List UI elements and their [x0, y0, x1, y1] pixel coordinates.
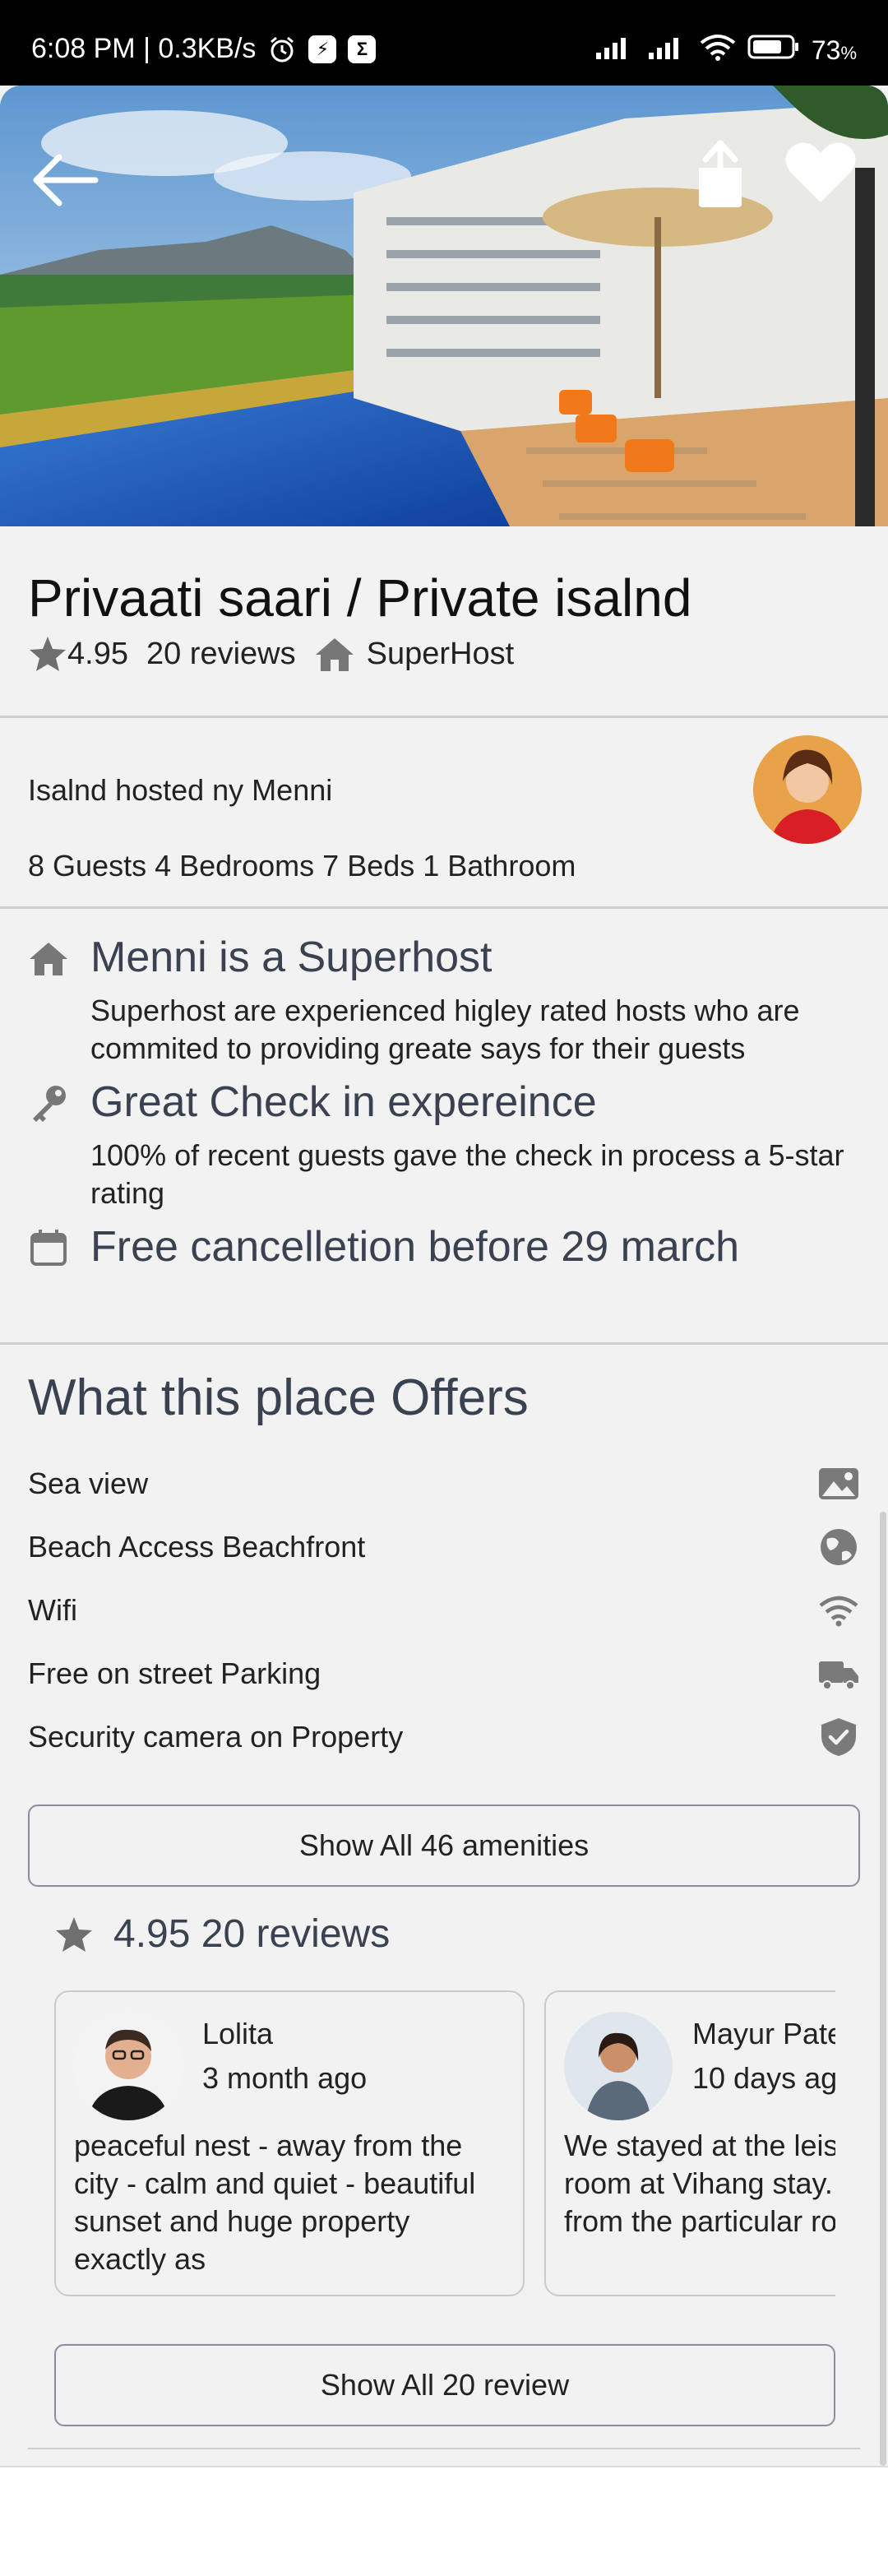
- feature-title: Menni is a Superhost: [90, 934, 493, 981]
- reviews-count-link[interactable]: 20 reviews: [146, 637, 296, 672]
- status-time: 6:08 PM | 0.3KB/s: [31, 33, 257, 64]
- rating-value: 4.95: [67, 636, 128, 671]
- battery-icon: [747, 34, 800, 67]
- show-all-amenities-button[interactable]: Show All 46 amenities: [28, 1805, 860, 1887]
- share-icon: [699, 140, 742, 207]
- superhost-badge: SuperHost: [366, 636, 515, 671]
- offers-title: What this place Offers: [28, 1369, 529, 1426]
- divider: [0, 906, 888, 909]
- sigma-notification-icon: Σ: [348, 35, 377, 63]
- review-card[interactable]: Mayur Patel 10 days ago We stayed at the…: [544, 1990, 835, 2296]
- amenity-item: Sea view: [28, 1459, 860, 1508]
- status-bar: 6:08 PM | 0.3KB/s ⚡ Σ 73%: [0, 0, 888, 86]
- favorite-button[interactable]: [784, 140, 860, 211]
- amenity-label: Security camera on Property: [28, 1720, 404, 1754]
- battery-percent: 73%: [811, 35, 857, 65]
- host-avatar[interactable]: [753, 735, 862, 844]
- image-icon: [817, 1462, 860, 1505]
- reviewer-avatar: [564, 2012, 673, 2120]
- listing-title: Privaati saari / Private isalnd: [28, 568, 692, 628]
- globe-icon: [817, 1526, 860, 1568]
- status-right: 73%: [594, 33, 857, 67]
- feature-title: Great Check in expereince: [90, 1078, 597, 1126]
- star-icon: [30, 637, 66, 671]
- truck-icon: [817, 1652, 860, 1695]
- amenity-label: Sea view: [28, 1466, 149, 1500]
- feature-cancellation: Free cancelletion before 29 march: [28, 1222, 867, 1288]
- key-icon: [28, 1082, 69, 1124]
- divider: [28, 2448, 860, 2449]
- status-left: 6:08 PM | 0.3KB/s ⚡ Σ: [31, 33, 377, 65]
- amenity-item: Free on street Parking: [28, 1649, 860, 1698]
- house-icon: [315, 638, 354, 671]
- amenity-label: Wifi: [28, 1593, 77, 1627]
- signal-2-icon: [647, 35, 688, 66]
- review-date: 3 month ago: [202, 2061, 368, 2095]
- feature-description: 100% of recent guests gave the check in …: [90, 1138, 844, 1210]
- feature-title: Free cancelletion before 29 march: [90, 1223, 740, 1271]
- house-icon: [28, 938, 69, 979]
- amenity-label: Beach Access Beachfront: [28, 1530, 366, 1564]
- heart-icon: [785, 142, 856, 202]
- wifi-status-icon: [700, 33, 736, 67]
- reviews-summary-text: 4.95 20 reviews: [113, 1912, 391, 1956]
- listing-meta: 4.95 20 reviews SuperHost: [28, 635, 514, 673]
- reviewer-name: Mayur Patel: [692, 2017, 835, 2050]
- guest-stats: 8 Guests 4 Bedrooms 7 Beds 1 Bathroom: [28, 849, 576, 883]
- show-all-reviews-button[interactable]: Show All 20 review: [54, 2344, 835, 2426]
- calendar-icon: [28, 1227, 69, 1268]
- scrollbar[interactable]: [880, 1512, 886, 2466]
- alarm-icon: [267, 35, 297, 64]
- feature-check-in: Great Check in expereince 100% of recent…: [28, 1077, 867, 1217]
- amenity-label: Free on street Parking: [28, 1656, 321, 1690]
- reviewer-avatar: [74, 2012, 183, 2120]
- reviews-carousel[interactable]: Lolita 3 month ago peaceful nest - away …: [54, 1990, 835, 2300]
- shield-check-icon: [817, 1716, 860, 1758]
- review-text: We stayed at the leisure florican room a…: [564, 2129, 835, 2238]
- arrow-left-icon: [33, 154, 99, 206]
- review-date: 10 days ago: [692, 2061, 835, 2095]
- amenity-item: Beach Access Beachfront: [28, 1522, 860, 1572]
- feature-superhost: Menni is a Superhost Superhost are exper…: [28, 933, 867, 1073]
- reviewer-name: Lolita: [202, 2017, 274, 2050]
- signal-icon: [594, 35, 636, 66]
- reviews-summary: 4.95 20 reviews: [54, 1911, 390, 1957]
- back-button[interactable]: [30, 151, 104, 225]
- divider: [0, 1342, 888, 1345]
- amenity-item: Wifi: [28, 1586, 860, 1635]
- app-notification-icon: ⚡: [308, 35, 337, 63]
- wifi-icon: [817, 1589, 860, 1632]
- amenity-item: Security camera on Property: [28, 1712, 860, 1762]
- review-card[interactable]: Lolita 3 month ago peaceful nest - away …: [54, 1990, 525, 2296]
- feature-description: Superhost are experienced higley rated h…: [90, 994, 800, 1065]
- review-text: peaceful nest - away from the city - cal…: [74, 2129, 476, 2276]
- divider: [0, 716, 888, 718]
- star-icon: [56, 1916, 92, 1952]
- bottom-area: [0, 2466, 888, 2576]
- listing-hero-image: [0, 86, 888, 526]
- share-button[interactable]: [692, 138, 758, 214]
- hosted-by-text: Isalnd hosted ny Menni: [28, 773, 333, 807]
